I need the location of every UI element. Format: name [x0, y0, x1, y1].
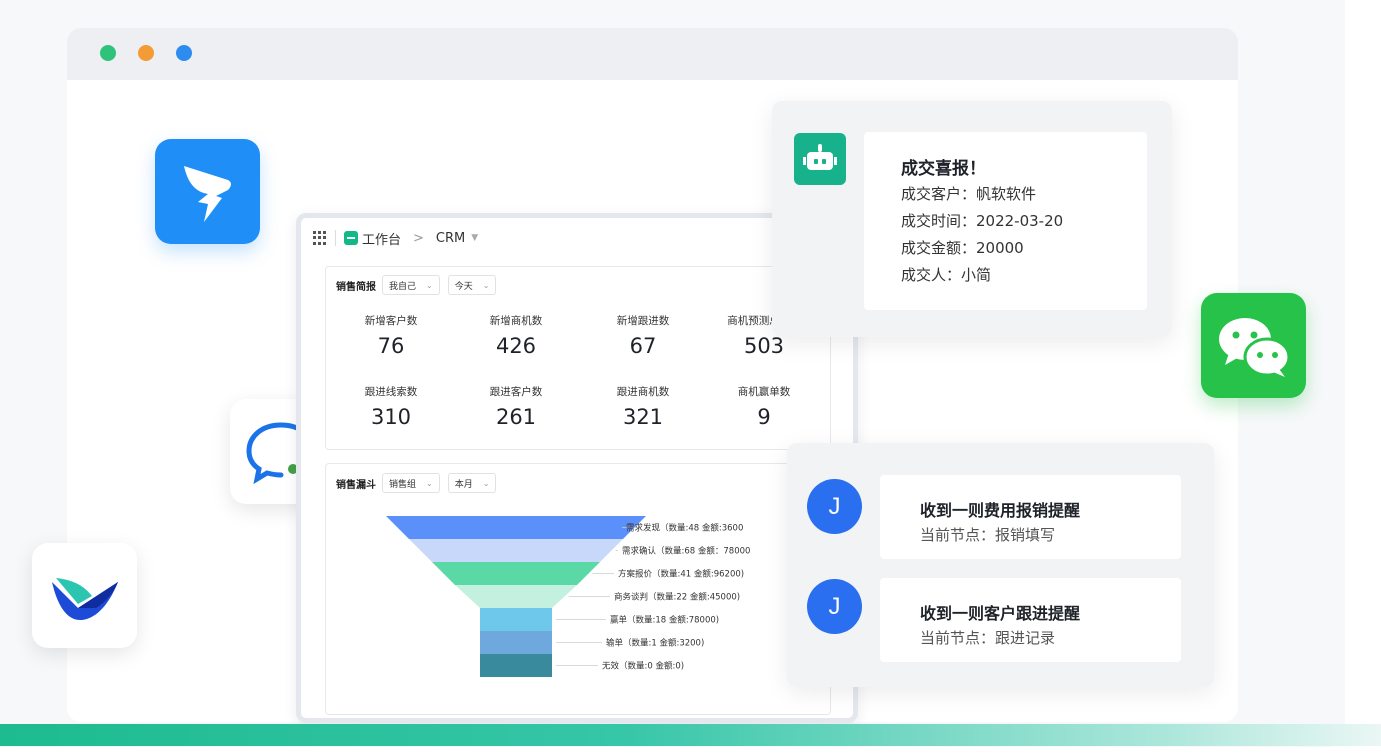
deal-amount: 成交金额：20000	[901, 239, 1024, 257]
robot-icon	[794, 133, 846, 185]
metric-value: 503	[743, 334, 785, 358]
deal-time: 成交时间：2022-03-20	[901, 212, 1064, 230]
robot-eye	[822, 159, 826, 164]
wechat-logo-icon[interactable]	[1201, 293, 1306, 398]
metric-followed-customers[interactable]: 跟进客户数 261	[456, 384, 576, 429]
reminder-subtitle: 当前节点：跟进记录	[920, 629, 1056, 647]
avatar: J	[807, 579, 862, 634]
reminder-subtitle: 当前节点：报销填写	[920, 526, 1056, 544]
period-select[interactable]: 今天 ⌄	[447, 275, 497, 295]
funnel-stage[interactable]	[480, 654, 552, 677]
metric-label: 跟进线索数	[364, 386, 418, 398]
breadcrumb-workspace[interactable]: 工作台	[362, 229, 401, 248]
chevron-down-icon[interactable]: ▼	[471, 233, 478, 243]
sales-brief-title: 销售简报	[336, 281, 376, 293]
sales-funnel-panel: 销售漏斗 销售组 ⌄ 本月 ⌄ 需求发现（数量:48 金额:3600 需求确认（数…	[325, 463, 831, 715]
funnel-stage-label: 需求确认（数量:68 金额：78000	[622, 546, 750, 557]
reminder-card[interactable]: 收到一则费用报销提醒 当前节点：报销填写	[880, 475, 1181, 559]
metric-label: 跟进客户数	[489, 386, 543, 398]
deal-owner: 成交人：小简	[901, 266, 992, 284]
metric-value: 9	[757, 405, 771, 429]
deal-customer: 成交客户：帆软软件	[901, 185, 1037, 203]
sales-funnel-chart: 需求发现（数量:48 金额:3600 需求确认（数量:68 金额：78000 方案报…	[386, 516, 750, 677]
sales-brief-panel: 销售简报 我自己 ⌄ 今天 ⌄ 新增客户数 76 新增商机数 426 新增跟进数	[325, 266, 831, 450]
metric-value: 67	[629, 334, 657, 358]
robot-ear	[803, 157, 806, 165]
scope-value: 我自己	[389, 281, 417, 292]
workspace-icon	[344, 231, 358, 245]
metric-value: 426	[495, 334, 537, 358]
funnel-stage-label: 需求发现（数量:48 金额:3600	[626, 523, 743, 534]
robot-head	[807, 152, 833, 170]
orange-dot-icon[interactable]	[138, 45, 154, 61]
app-grid-icon[interactable]	[313, 231, 327, 245]
funnel-stage[interactable]	[386, 516, 646, 539]
robot-antenna	[818, 144, 822, 152]
robot-eye	[814, 159, 818, 164]
funnel-stage[interactable]	[455, 585, 577, 608]
scope-select[interactable]: 我自己 ⌄	[382, 275, 440, 295]
dashboard-breadcrumb: 工作台 > CRM ▼	[301, 218, 853, 258]
dingtalk-logo-icon[interactable]	[155, 139, 260, 244]
window-titlebar	[67, 28, 1238, 80]
funnel-stage[interactable]	[480, 631, 552, 654]
metric-followed-leads[interactable]: 跟进线索数 310	[331, 384, 451, 429]
deal-notice-title: 成交喜报！	[901, 159, 986, 179]
breadcrumb-app[interactable]: CRM	[436, 231, 465, 246]
metric-new-followups[interactable]: 新增跟进数 67	[583, 313, 703, 358]
divider	[335, 230, 336, 246]
metric-label: 商机赢单数	[737, 386, 791, 398]
metric-new-customers[interactable]: 新增客户数 76	[331, 313, 451, 358]
metric-value: 321	[622, 405, 664, 429]
funnel-stage-label: 无效（数量:0 金额:0)	[602, 661, 684, 672]
funnel-stage-label: 赢单（数量:18 金额:78000)	[610, 615, 719, 626]
robot-ear	[834, 157, 837, 165]
feishu-logo-icon[interactable]	[32, 543, 137, 648]
deal-notice-card[interactable]: 成交喜报！ 成交客户：帆软软件 成交时间：2022-03-20 成交金额：200…	[864, 132, 1147, 310]
bottom-accent-bar	[0, 724, 1381, 746]
blue-dot-icon[interactable]	[176, 45, 192, 61]
green-dot-icon[interactable]	[100, 45, 116, 61]
funnel-stage[interactable]	[432, 562, 600, 585]
metric-label: 新增客户数	[364, 315, 418, 327]
metric-won-deals[interactable]: 商机赢单数 9	[704, 384, 824, 429]
chevron-down-icon: ⌄	[482, 280, 490, 290]
metric-new-opportunities[interactable]: 新增商机数 426	[456, 313, 576, 358]
funnel-stage-label: 商务谈判（数量:22 金额:45000)	[614, 592, 740, 603]
chevron-down-icon: ⌄	[426, 280, 433, 290]
metric-label: 新增商机数	[489, 315, 543, 327]
metric-followed-opportunities[interactable]: 跟进商机数 321	[583, 384, 703, 429]
funnel-stage[interactable]	[480, 608, 552, 631]
reminder-title: 收到一则客户跟进提醒	[920, 604, 1081, 623]
metric-label: 跟进商机数	[616, 386, 670, 398]
metric-value: 310	[370, 405, 412, 429]
reminder-card[interactable]: 收到一则客户跟进提醒 当前节点：跟进记录	[880, 578, 1181, 662]
stage: 工作台 > CRM ▼ 销售简报 我自己 ⌄ 今天 ⌄ 新增客户数 76 新增商…	[0, 0, 1381, 753]
avatar: J	[807, 479, 862, 534]
funnel-stage[interactable]	[409, 539, 623, 562]
breadcrumb-separator: >	[413, 230, 424, 246]
metric-value: 261	[495, 405, 537, 429]
funnel-stage-label: 输单（数量:1 金额:3200)	[606, 638, 704, 649]
reminder-title: 收到一则费用报销提醒	[920, 501, 1081, 520]
period-value: 今天	[454, 281, 473, 292]
metric-value: 76	[377, 334, 405, 358]
funnel-stage-label: 方案报价（数量:41 金额:96200)	[618, 569, 744, 580]
sales-brief-header: 销售简报 我自己 ⌄ 今天 ⌄	[336, 275, 504, 295]
metric-label: 新增跟进数	[616, 315, 670, 327]
